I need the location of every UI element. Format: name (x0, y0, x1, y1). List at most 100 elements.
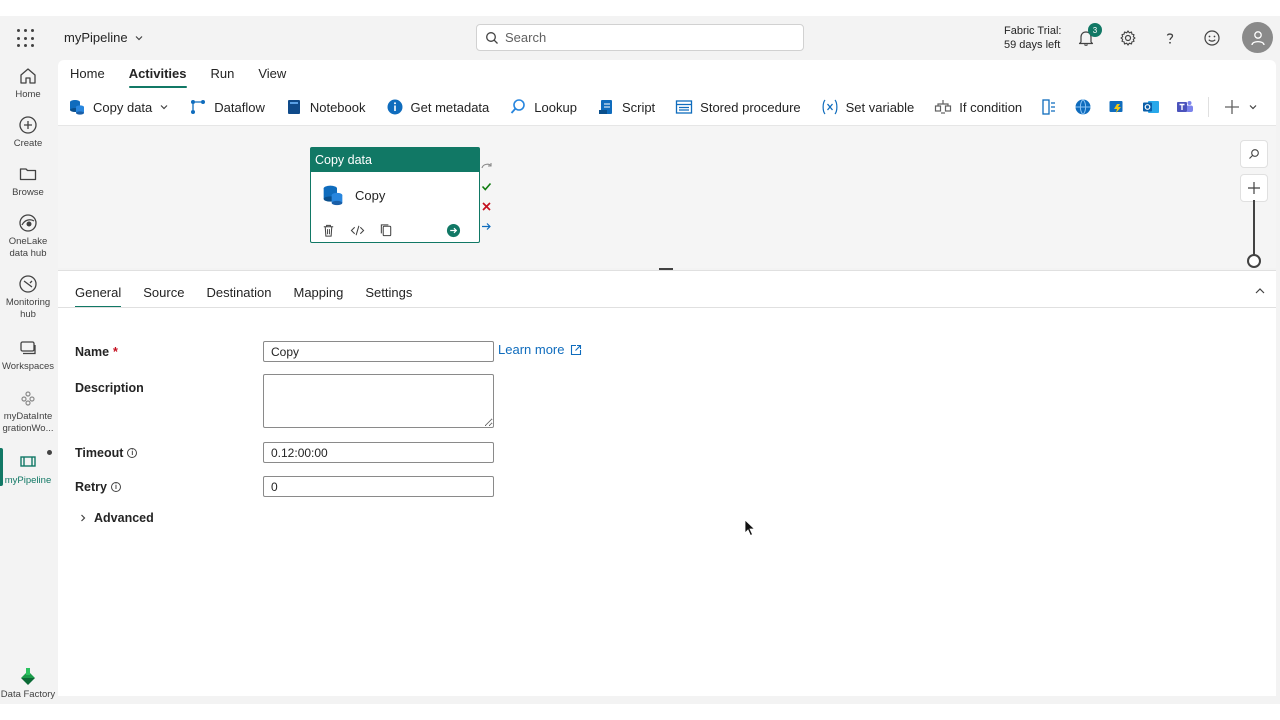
stored-procedure-button[interactable]: Stored procedure (665, 93, 810, 121)
trial-line2: 59 days left (1004, 39, 1061, 51)
name-field[interactable] (263, 341, 494, 362)
teams-button[interactable] (1168, 93, 1202, 121)
get-metadata-button[interactable]: Get metadata (376, 93, 500, 121)
rail-item-monitoring[interactable]: Monitoring hub (0, 274, 56, 321)
tab-view[interactable]: View (246, 60, 298, 88)
activities-toolbar: Copy data Dataflow Notebook Get metadata… (58, 93, 1266, 121)
copy-icon[interactable] (379, 223, 394, 238)
learn-more-label: Learn more (498, 342, 565, 357)
web-button[interactable] (1066, 93, 1100, 121)
zoom-slider-handle[interactable] (1247, 254, 1261, 268)
avatar[interactable] (1242, 22, 1273, 53)
tab-run[interactable]: Run (199, 60, 247, 88)
left-rail: Home Create Browse OneLake data hub Moni… (0, 16, 56, 704)
arrow-right-icon (481, 223, 491, 230)
home-icon (20, 68, 36, 84)
rail-label: myPipeline (4, 475, 52, 486)
if-condition-button[interactable]: If condition (924, 93, 1032, 121)
folder-icon (19, 168, 37, 181)
panel-resize-handle[interactable] (659, 268, 673, 270)
dataflow-button[interactable]: Dataflow (179, 93, 275, 121)
rail-label: Monitoring hub (5, 297, 51, 320)
arrow-right-circle-icon[interactable] (446, 223, 461, 238)
product-switcher[interactable]: Data Factory (0, 666, 56, 700)
outlook-button[interactable] (1134, 93, 1168, 121)
port-failure[interactable] (480, 200, 492, 213)
pipeline-name-menu[interactable]: myPipeline (64, 30, 144, 45)
timeout-field[interactable] (263, 442, 494, 463)
rail-item-browse[interactable]: Browse (0, 164, 56, 199)
search-icon (1249, 149, 1259, 159)
foreach-button[interactable] (1032, 93, 1066, 121)
canvas-search-button[interactable] (1240, 140, 1268, 168)
app-launcher-icon[interactable] (17, 29, 37, 49)
feedback-button[interactable] (1202, 28, 1222, 48)
learn-more-link[interactable]: Learn more (498, 342, 582, 357)
brand-label: Data Factory (0, 689, 56, 700)
tab-general[interactable]: General (64, 281, 132, 308)
delete-icon[interactable] (321, 223, 336, 238)
retry-field[interactable] (263, 476, 494, 497)
rail-item-onelake[interactable]: OneLake data hub (0, 213, 56, 260)
chevron-up-icon (1255, 288, 1265, 294)
smiley-icon (1204, 30, 1220, 46)
checkmark-icon (481, 182, 491, 191)
question-icon (1166, 33, 1174, 44)
lookup-button[interactable]: Lookup (499, 93, 587, 121)
code-icon[interactable] (350, 223, 365, 238)
pipeline-canvas[interactable]: Copy data Copy (58, 125, 1276, 268)
add-activity-button[interactable] (1215, 93, 1266, 121)
chevron-down-icon[interactable] (159, 102, 169, 112)
tab-destination[interactable]: Destination (195, 281, 282, 307)
activity-node-copy[interactable]: Copy data Copy (310, 147, 480, 243)
notification-badge: 3 (1088, 23, 1102, 37)
rail-item-mypipeline[interactable]: myPipeline (0, 452, 56, 487)
rail-label: Browse (12, 187, 44, 198)
info-icon[interactable]: i (127, 448, 138, 458)
get-metadata-label: Get metadata (410, 99, 490, 115)
help-button[interactable] (1160, 28, 1180, 48)
search-input[interactable] (505, 30, 785, 45)
description-field[interactable] (263, 374, 494, 428)
port-skipped[interactable] (480, 160, 492, 173)
copy-data-button[interactable]: Copy data (58, 93, 179, 121)
advanced-toggle[interactable]: Advanced (78, 511, 154, 525)
variable-icon (822, 99, 838, 115)
tab-activities[interactable]: Activities (117, 60, 199, 88)
settings-button[interactable] (1118, 28, 1138, 48)
azure-function-button[interactable] (1100, 93, 1134, 121)
set-variable-button[interactable]: Set variable (811, 93, 925, 121)
top-strip (0, 0, 1280, 16)
search-box[interactable] (476, 24, 804, 51)
script-button[interactable]: Script (587, 93, 665, 121)
rail-item-home[interactable]: Home (0, 66, 56, 101)
node-type-label: Copy data (311, 148, 479, 172)
rail-item-create[interactable]: Create (0, 115, 56, 150)
chevron-down-icon (135, 35, 143, 40)
zoom-in-button[interactable] (1240, 174, 1268, 202)
unsaved-dot (47, 450, 52, 455)
retry-label-row: Retry i (75, 480, 121, 494)
app-window: Home Create Browse OneLake data hub Moni… (0, 16, 1280, 704)
port-success[interactable] (480, 180, 492, 193)
rail-item-workspaces[interactable]: Workspaces (0, 338, 56, 373)
rail-item-workspace-current[interactable]: myDataInte grationWo... (0, 388, 56, 435)
ribbon: Home Activities Run View Copy data Dataf… (58, 60, 1276, 125)
person-icon (1250, 30, 1265, 45)
collapse-panel-button[interactable] (1254, 285, 1266, 300)
close-icon (481, 202, 491, 211)
tab-source[interactable]: Source (132, 281, 195, 307)
name-label: Name (75, 345, 110, 359)
tab-home[interactable]: Home (58, 60, 117, 88)
rail-label: Create (13, 138, 43, 149)
script-icon (598, 100, 612, 114)
zoom-slider-track[interactable] (1253, 200, 1255, 257)
tab-settings[interactable]: Settings (354, 281, 423, 307)
notebook-label: Notebook (309, 99, 366, 115)
port-completion[interactable] (480, 220, 492, 233)
info-icon[interactable]: i (110, 482, 121, 492)
skip-arrow-icon (480, 163, 492, 169)
notebook-button[interactable]: Notebook (275, 93, 376, 121)
tab-mapping[interactable]: Mapping (283, 281, 355, 307)
rail-label: Home (15, 89, 41, 100)
